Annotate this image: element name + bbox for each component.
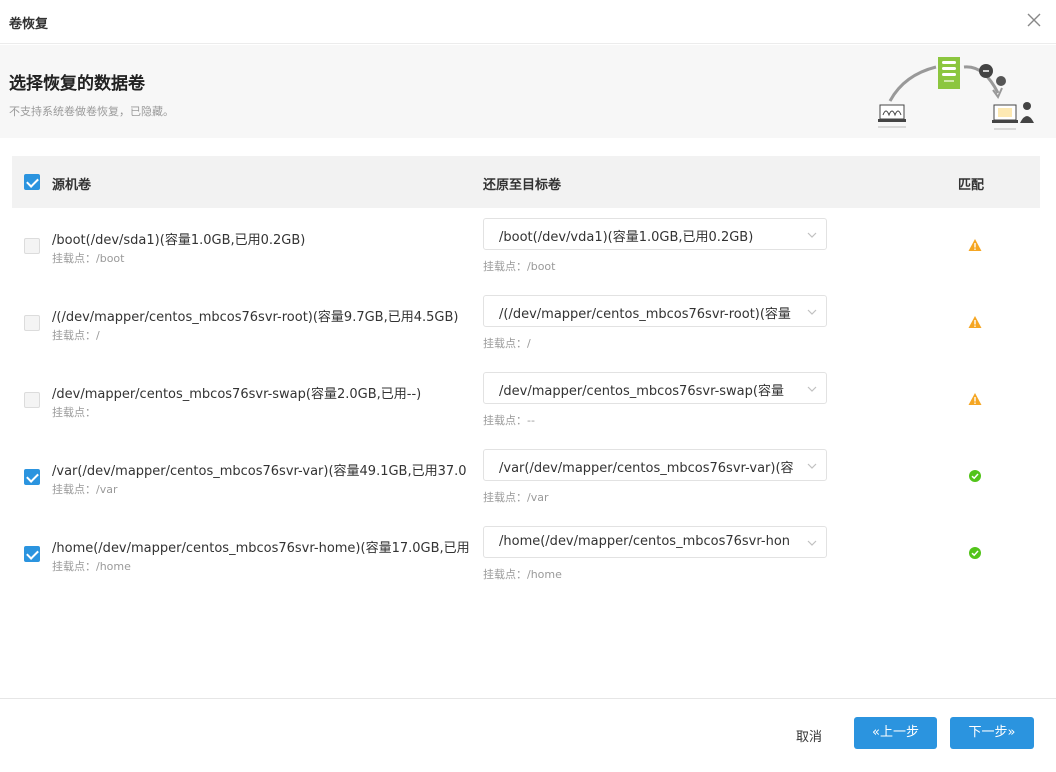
target-volume-select[interactable]: /dev/mapper/centos_mbcos76svr-swap(容量: [483, 372, 827, 404]
volume-table: 源机卷 还原至目标卷 匹配 /boot(/dev/sda1)(容量1.0GB,已…: [12, 156, 1040, 593]
target-volume-select[interactable]: /home(/dev/mapper/centos_mbcos76svr-hon: [483, 526, 827, 558]
source-volume: /var(/dev/mapper/centos_mbcos76svr-var)(…: [52, 464, 467, 479]
source-mount-point: 挂载点：/var: [52, 483, 118, 496]
target-volume-value: /(/dev/mapper/centos_mbcos76svr-root)(容量: [499, 307, 791, 322]
previous-step-button[interactable]: «上一步: [854, 717, 937, 749]
volume-restore-dialog: 卷恢复 选择恢复的数据卷 不支持系统卷做卷恢复，已隐藏。 源机卷 还原至目标卷 …: [0, 0, 1056, 772]
table-row: /(/dev/mapper/centos_mbcos76svr-root)(容量…: [12, 285, 1040, 362]
source-volume: /(/dev/mapper/centos_mbcos76svr-root)(容量…: [52, 310, 459, 325]
chevron-down-icon: [807, 232, 817, 238]
col-match-header: 匹配: [958, 178, 985, 193]
table-row: /home(/dev/mapper/centos_mbcos76svr-home…: [12, 516, 1040, 593]
dialog-titlebar: 卷恢复: [0, 0, 1056, 44]
dialog-footer: 取消 «上一步 下一步»: [0, 698, 1056, 772]
target-volume-value: /boot(/dev/vda1)(容量1.0GB,已用0.2GB): [499, 230, 754, 245]
chevron-down-icon: [807, 386, 817, 392]
target-mount-point: 挂载点：/home: [483, 568, 562, 581]
source-mount-point: 挂载点：/boot: [52, 252, 125, 265]
target-mount-point: 挂载点：--: [483, 414, 535, 427]
table-row: /var(/dev/mapper/centos_mbcos76svr-var)(…: [12, 439, 1040, 516]
source-mount-point: 挂载点：/home: [52, 560, 131, 573]
source-volume: /boot(/dev/sda1)(容量1.0GB,已用0.2GB): [52, 233, 306, 248]
col-source-header: 源机卷: [52, 178, 92, 193]
col-target-header: 还原至目标卷: [483, 178, 562, 193]
select-all-checkbox[interactable]: [24, 174, 40, 190]
source-mount-point: 挂载点：/: [52, 329, 100, 342]
dialog-header: 选择恢复的数据卷 不支持系统卷做卷恢复，已隐藏。: [0, 45, 1056, 138]
table-row: /boot(/dev/sda1)(容量1.0GB,已用0.2GB) 挂载点：/b…: [12, 208, 1040, 285]
row-checkbox[interactable]: [24, 392, 40, 408]
source-mount-point: 挂载点：: [52, 406, 96, 419]
row-checkbox[interactable]: [24, 238, 40, 254]
target-volume-value: /home(/dev/mapper/centos_mbcos76svr-hon: [499, 534, 791, 549]
restore-illustration: [878, 57, 1034, 130]
warning-icon: [968, 316, 982, 328]
target-mount-point: 挂载点：/var: [483, 491, 549, 504]
cancel-button[interactable]: 取消: [796, 726, 822, 745]
next-step-button[interactable]: 下一步»: [950, 717, 1034, 749]
check-circle-icon: [969, 470, 981, 482]
row-checkbox[interactable]: [24, 315, 40, 331]
target-volume-select[interactable]: /var(/dev/mapper/centos_mbcos76svr-var)(…: [483, 449, 827, 481]
chevron-down-icon: [807, 463, 817, 469]
target-mount-point: 挂载点：/boot: [483, 260, 556, 273]
warning-icon: [968, 393, 982, 405]
target-volume-value: /dev/mapper/centos_mbcos76svr-swap(容量: [499, 384, 784, 399]
source-volume: /home(/dev/mapper/centos_mbcos76svr-home…: [52, 541, 470, 556]
page-subtitle: 不支持系统卷做卷恢复，已隐藏。: [9, 105, 174, 118]
warning-icon: [968, 239, 982, 251]
row-checkbox[interactable]: [24, 546, 40, 562]
source-volume: /dev/mapper/centos_mbcos76svr-swap(容量2.0…: [52, 387, 422, 402]
dialog-title: 卷恢复: [9, 17, 49, 32]
chevron-down-icon: [807, 540, 817, 546]
row-checkbox[interactable]: [24, 469, 40, 485]
target-volume-select[interactable]: /(/dev/mapper/centos_mbcos76svr-root)(容量: [483, 295, 827, 327]
chevron-down-icon: [807, 309, 817, 315]
target-volume-select[interactable]: /boot(/dev/vda1)(容量1.0GB,已用0.2GB): [483, 218, 827, 250]
table-row: /dev/mapper/centos_mbcos76svr-swap(容量2.0…: [12, 362, 1040, 439]
target-mount-point: 挂载点：/: [483, 337, 531, 350]
target-volume-value: /var(/dev/mapper/centos_mbcos76svr-var)(…: [499, 461, 794, 476]
table-header: 源机卷 还原至目标卷 匹配: [12, 156, 1040, 208]
close-icon[interactable]: [1024, 10, 1044, 30]
check-circle-icon: [969, 547, 981, 559]
page-title: 选择恢复的数据卷: [9, 74, 145, 94]
